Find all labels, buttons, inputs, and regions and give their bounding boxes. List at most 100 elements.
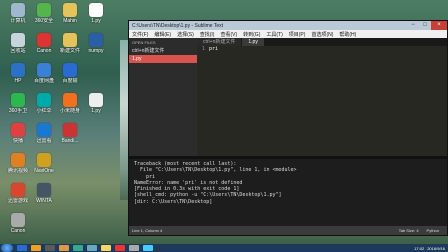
menu-item[interactable]: 项目(P) xyxy=(289,31,306,38)
taskbar-app-icon[interactable] xyxy=(87,245,97,251)
desktop-shortcut[interactable]: 百度网盘 xyxy=(30,63,58,91)
menu-item[interactable]: 编辑(E) xyxy=(154,31,171,38)
sidebar-file-item[interactable]: 1.py xyxy=(129,55,197,63)
app12-icon xyxy=(63,123,77,137)
maximize-button[interactable]: □ xyxy=(419,21,431,30)
desktop-shortcut[interactable]: Canon xyxy=(30,33,58,61)
tab-bar: ctrl+n新建文件 1.py xyxy=(197,38,447,46)
desktop-shortcut[interactable]: 1.py xyxy=(82,93,110,121)
console-line: [dir: C:\Users\TN\Desktop] xyxy=(134,198,213,205)
file-icon xyxy=(89,93,103,107)
folder2-icon xyxy=(63,33,77,47)
menu-item[interactable]: 帮助(H) xyxy=(339,31,356,38)
app11-icon xyxy=(63,93,77,107)
menu-item[interactable]: 文件(F) xyxy=(132,31,148,38)
editor-tab[interactable]: 1.py xyxy=(242,38,264,46)
status-setting[interactable]: Python xyxy=(427,228,439,233)
desktop-shortcut-label: WINTA xyxy=(36,198,52,204)
desktop-shortcut[interactable]: 回收站 xyxy=(4,33,32,61)
code-editor[interactable]: 1 pri xyxy=(197,46,447,156)
taskbar-app-icon[interactable] xyxy=(129,245,139,251)
desktop-shortcut-label: NaviOne xyxy=(34,168,54,174)
app6-icon xyxy=(37,93,51,107)
desktop: 计算机 回收站 HP 360手卫 快播 腾讯视频 迅雷游戏 Canon 360安全 Canon 百度… xyxy=(0,0,448,244)
line-number: 1 xyxy=(201,46,205,52)
desktop-shortcut[interactable]: 新建文件 xyxy=(56,33,84,61)
desktop-shortcut[interactable]: 快播 xyxy=(4,123,32,151)
app8-icon xyxy=(37,153,51,167)
desktop-shortcut[interactable]: 1.py xyxy=(82,3,110,31)
desktop-shortcut[interactable]: Mahin xyxy=(56,3,84,31)
py-file-icon xyxy=(89,3,103,17)
menu-item[interactable]: 首选项(N) xyxy=(311,31,333,38)
desktop-shortcut[interactable]: Canon xyxy=(4,213,32,241)
desktop-shortcut[interactable]: WINTA xyxy=(30,183,58,211)
sidebar-file-item[interactable]: ctrl+n新建文件 xyxy=(129,47,197,55)
menu-item[interactable]: 转到(G) xyxy=(243,31,260,38)
desktop-shortcut-label: numpy xyxy=(88,48,104,54)
sidebar-header: OPEN FILES xyxy=(132,40,156,45)
line-gutter: 1 xyxy=(197,46,205,156)
desktop-shortcut[interactable]: HP xyxy=(4,63,32,91)
app10-icon xyxy=(63,63,77,77)
status-setting[interactable]: Tab Size: 4 xyxy=(399,228,419,233)
title-bar[interactable]: C:\Users\TN\Desktop\1.py - Sublime Text … xyxy=(129,21,447,30)
chrome-icon xyxy=(11,183,25,197)
code-area[interactable]: pri xyxy=(209,46,218,53)
taskbar-app-icon[interactable] xyxy=(115,245,125,251)
desktop-shortcut[interactable]: 360安全 xyxy=(30,3,58,31)
taskbar-app-icon[interactable] xyxy=(31,245,41,251)
desktop-shortcut-label: 1.py xyxy=(91,108,101,114)
sidebar: OPEN FILES ctrl+n新建文件 1.py xyxy=(129,38,197,156)
system-tray: 17:02 2016/9/16 xyxy=(411,246,448,251)
taskbar-app-icon[interactable] xyxy=(73,245,83,251)
clock-time[interactable]: 17:02 xyxy=(414,246,424,251)
taskbar-app-icon[interactable] xyxy=(17,245,27,251)
folder-icon xyxy=(63,3,77,17)
desktop-shortcut[interactable]: 360手卫 xyxy=(4,93,32,121)
app2-icon xyxy=(11,213,25,227)
desktop-shortcut[interactable]: 计算机 xyxy=(4,3,32,31)
taskbar-app-icon[interactable] xyxy=(45,245,55,251)
desktop-shortcut[interactable]: numpy xyxy=(82,33,110,61)
menu-item[interactable]: 查找(I) xyxy=(200,31,215,38)
desktop-shortcut-label: Bandi... xyxy=(61,138,79,144)
code-line[interactable]: pri xyxy=(209,46,218,53)
cursor-position: Line 1, Column 4 xyxy=(132,228,163,233)
sublime-window[interactable]: C:\Users\TN\Desktop\1.py - Sublime Text … xyxy=(128,20,448,236)
hp-icon xyxy=(11,63,25,77)
taskbar-app-icon[interactable] xyxy=(101,245,111,251)
desktop-shortcut-label: 百度输 xyxy=(62,78,78,84)
app7-icon xyxy=(37,123,51,137)
editor-tab[interactable]: ctrl+n新建文件 xyxy=(197,38,242,46)
window-controls: − □ × xyxy=(407,21,447,30)
desktop-shortcut[interactable]: 小米随身 xyxy=(56,93,84,121)
build-output-console[interactable]: Traceback (most recent call last): File … xyxy=(129,159,447,226)
close-button[interactable]: × xyxy=(431,21,447,30)
menu-item[interactable]: 工具(T) xyxy=(266,31,282,38)
desktop-shortcut-label: 1.py xyxy=(91,18,101,24)
window-title: C:\Users\TN\Desktop\1.py - Sublime Text xyxy=(132,22,224,29)
menu-item[interactable]: 查看(V) xyxy=(220,31,237,38)
360-icon xyxy=(11,93,25,107)
desktop-shortcut[interactable]: 腾讯视频 xyxy=(4,153,32,181)
app-icon xyxy=(11,153,25,167)
taskbar-app-icon[interactable] xyxy=(143,245,153,251)
start-button[interactable] xyxy=(1,244,13,252)
desktop-shortcut[interactable]: 迅雷看 xyxy=(30,123,58,151)
desktop-shortcut[interactable]: NaviOne xyxy=(30,153,58,181)
menu-item[interactable]: 选择(S) xyxy=(177,31,194,38)
desktop-shortcut[interactable]: 小红伞 xyxy=(30,93,58,121)
taskbar: 17:02 2016/9/16 xyxy=(0,244,448,252)
menu-bar: 文件(F) 编辑(E) 选择(S) 查找(I) 查看(V) 转到(G) 工具(T) 项目(P)… xyxy=(129,30,447,38)
desktop-shortcut[interactable]: Bandi... xyxy=(56,123,84,151)
minimize-button[interactable]: − xyxy=(407,21,419,30)
desktop-shortcut[interactable]: 百度输 xyxy=(56,63,84,91)
app9-icon xyxy=(37,183,51,197)
desktop-shortcut[interactable]: 迅雷游戏 xyxy=(4,183,32,211)
recycle-bin-icon xyxy=(11,33,25,47)
app5-icon xyxy=(37,63,51,77)
clock-date[interactable]: 2016/9/16 xyxy=(427,246,445,251)
taskbar-app-icon[interactable] xyxy=(59,245,69,251)
status-bar: Line 1, Column 4 Tab Size: 4 Python xyxy=(129,226,447,235)
